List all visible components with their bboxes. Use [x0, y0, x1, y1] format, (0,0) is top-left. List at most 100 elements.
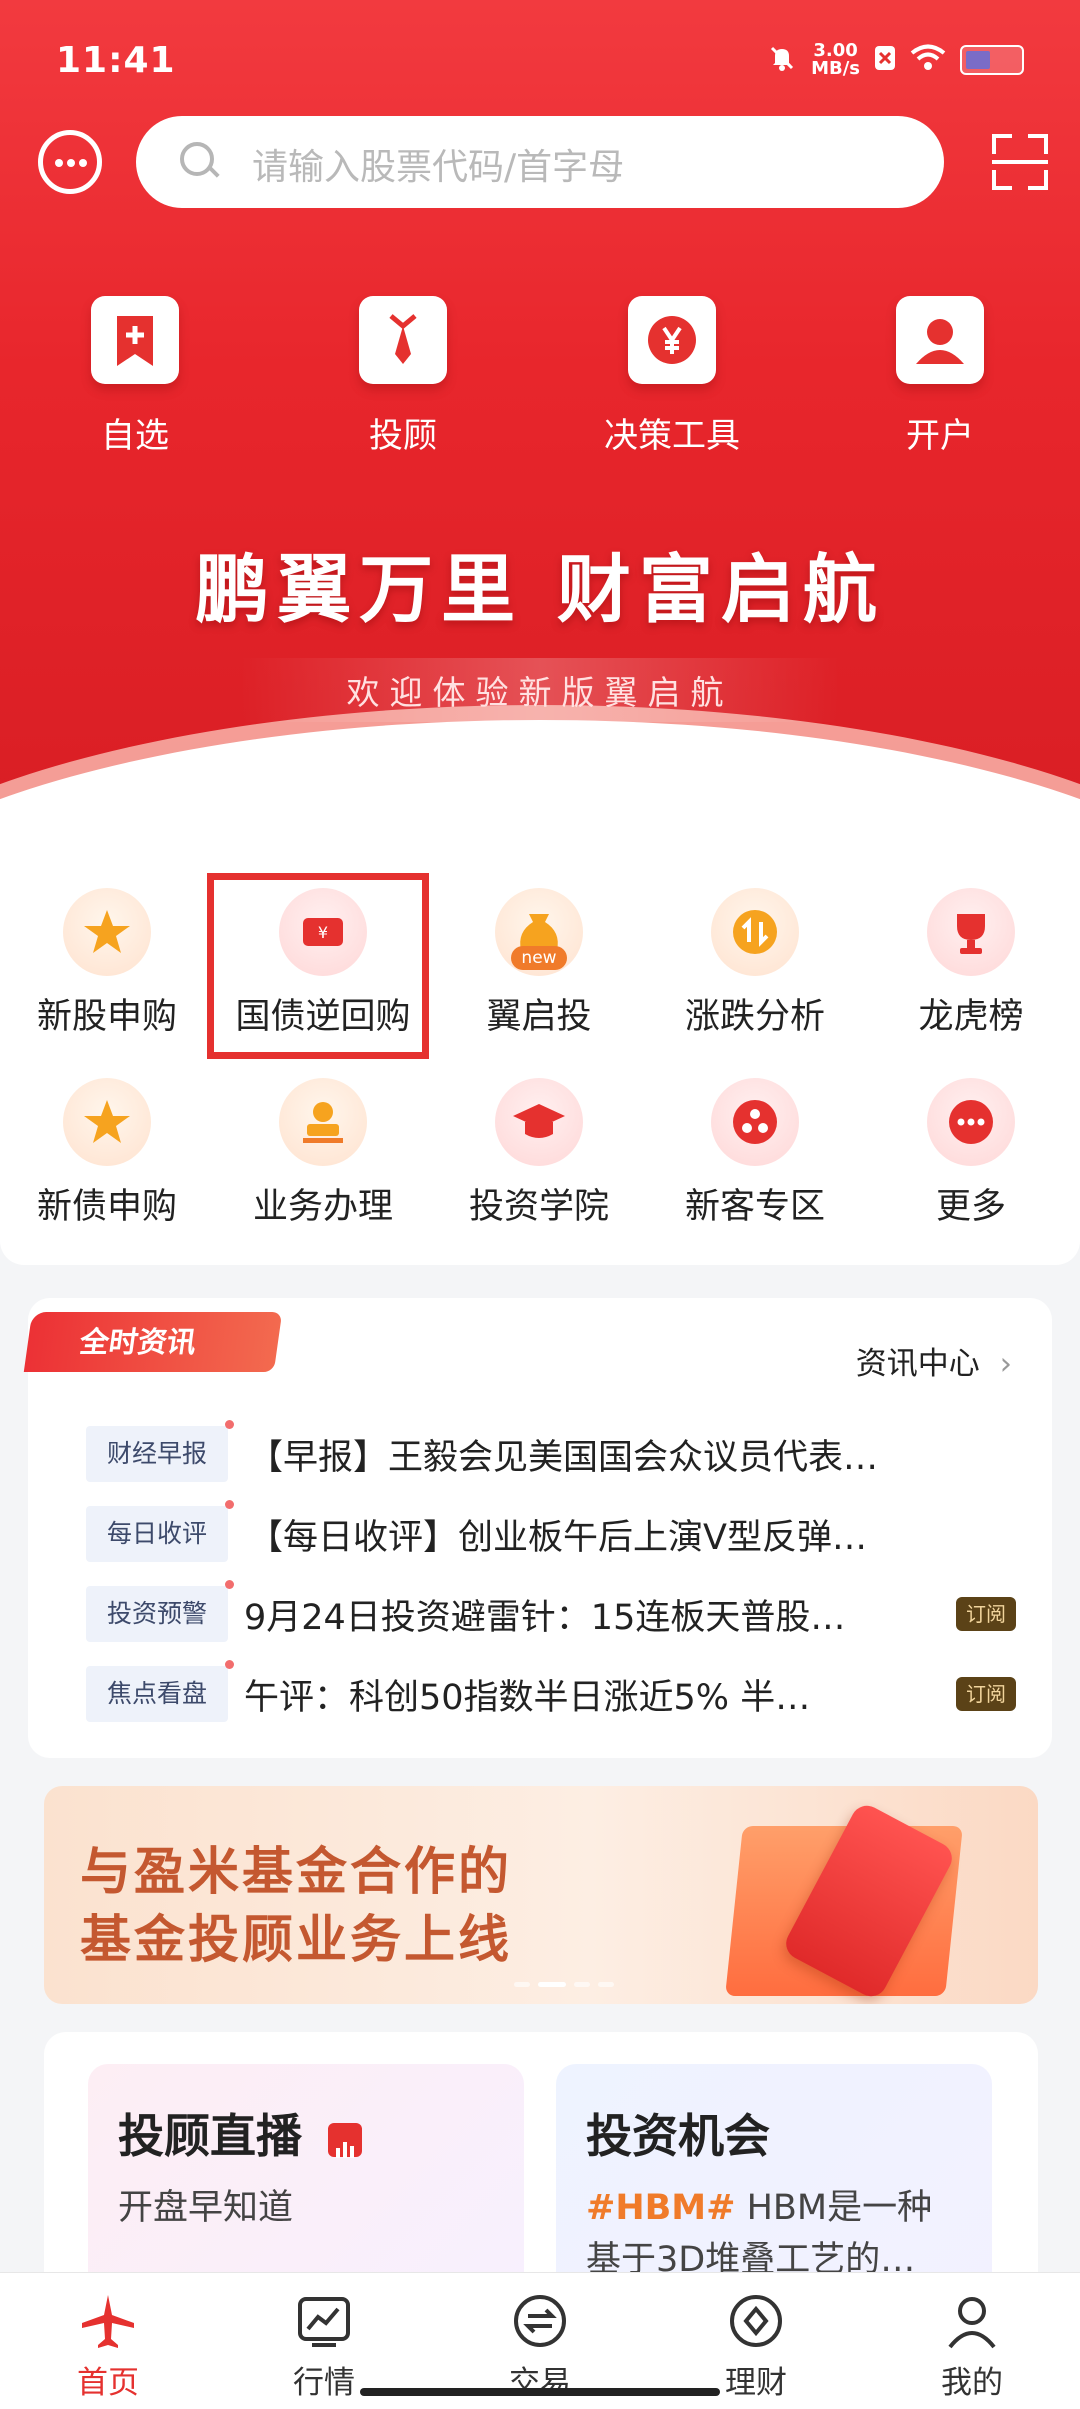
news-category: 投资预警	[86, 1580, 234, 1642]
banner-line-2: 基金投顾业务上线	[80, 1911, 513, 1970]
news-tag-label: 全时资讯	[77, 1325, 199, 1359]
grid-item-label: 龙虎榜	[918, 997, 1024, 1037]
scan-icon[interactable]	[992, 134, 1048, 190]
banner-line-1: 与盈米基金合作的	[80, 1843, 513, 1902]
net-speed-unit: MB/s	[811, 58, 860, 79]
star-icon	[63, 1078, 151, 1166]
promo-card-title-text: 投顾直播	[118, 2109, 302, 2163]
status-time: 11:41	[56, 40, 176, 81]
quick-action-label: 自选	[101, 416, 169, 456]
grid-item-bond-subscribe[interactable]: 新债申购	[7, 1078, 207, 1229]
news-item[interactable]: 每日收评 【每日收评】创业板午后上演V型反弹…	[86, 1500, 1016, 1562]
grid-item-dragon-tiger-list[interactable]: 龙虎榜	[871, 888, 1071, 1039]
quick-action-open-account[interactable]: 开户	[860, 296, 1020, 457]
message-icon[interactable]	[38, 130, 102, 194]
status-bar: 11:41 3.00 MB/s	[0, 0, 1080, 120]
hero-curve	[0, 720, 1080, 820]
news-category: 焦点看盘	[86, 1660, 234, 1722]
grid-item-label: 投资学院	[468, 1187, 609, 1227]
search-row: 请输入股票代码/首字母	[0, 116, 1080, 208]
news-center-link[interactable]: 资讯中心 ›	[856, 1338, 1012, 1383]
stamp-icon	[279, 1078, 367, 1166]
quick-action-decision-tools[interactable]: 决策工具	[592, 296, 752, 457]
tab-me[interactable]: 我的	[864, 2273, 1080, 2409]
up-down-icon	[711, 888, 799, 976]
grid-item-up-down-analysis[interactable]: 涨跌分析	[655, 888, 855, 1039]
news-card: 全时资讯 资讯中心 › 财经早报 【早报】王毅会见美国国会众议员代表… 每日收评…	[23, 1298, 1052, 1758]
promo-card-desc: #HBM# HBM是一种 基于3D堆叠工艺的…	[586, 2182, 932, 2286]
hero-subtitle: 欢迎体验新版翼启航	[240, 658, 840, 722]
battery-icon	[960, 45, 1024, 75]
news-title: 9月24日投资避雷针：15连板天普股…	[244, 1597, 846, 1638]
quick-action-advisor[interactable]: 投顾	[323, 296, 483, 457]
search-input[interactable]: 请输入股票代码/首字母	[136, 116, 944, 208]
chevron-right-icon: ›	[999, 1346, 1012, 1382]
grid-item-label: 涨跌分析	[684, 997, 825, 1037]
grid-item-more[interactable]: 更多	[871, 1078, 1071, 1229]
grid-item-investment-academy[interactable]: 投资学院	[439, 1078, 639, 1229]
search-icon	[180, 142, 214, 176]
quick-action-label: 决策工具	[604, 416, 740, 456]
news-title: 【每日收评】创业板午后上演V型反弹…	[248, 1517, 867, 1558]
person-icon	[942, 2291, 1002, 2351]
subscribe-button[interactable]: 订阅	[956, 1677, 1016, 1711]
promo-banner[interactable]: 与盈米基金合作的 基金投顾业务上线	[44, 1786, 1038, 2004]
grid-item-ipo-subscribe[interactable]: 新股申购	[7, 888, 207, 1039]
nodes-icon	[711, 1078, 799, 1166]
carousel-dots	[514, 1982, 614, 1987]
yen-icon	[628, 296, 716, 384]
graduation-cap-icon	[495, 1078, 583, 1166]
grid-item-label: 翼启投	[486, 997, 592, 1037]
news-item[interactable]: 投资预警 9月24日投资避雷针：15连板天普股… 订阅	[86, 1580, 1016, 1642]
promo-card-title: 投资机会	[586, 2109, 770, 2163]
promo-card-desc-text: HBM是一种	[735, 2188, 933, 2228]
home-indicator	[360, 2388, 720, 2396]
quick-action-label: 投顾	[369, 416, 437, 456]
news-category: 财经早报	[86, 1420, 234, 1482]
news-title: 【早报】王毅会见美国国会众议员代表…	[248, 1437, 879, 1478]
grid-item-new-customer-zone[interactable]: 新客专区	[655, 1078, 855, 1229]
subscribe-button[interactable]: 订阅	[956, 1597, 1016, 1631]
news-category: 每日收评	[86, 1500, 234, 1562]
status-icons: 3.00 MB/s	[767, 42, 1024, 78]
money-bag-icon: new	[495, 888, 583, 976]
promo-card-title: 投顾直播	[118, 2100, 363, 2166]
quick-action-label: 开户	[906, 416, 974, 456]
more-icon	[927, 1078, 1015, 1166]
user-icon	[896, 296, 984, 384]
news-title: 午评：科创50指数半日涨近5% 半…	[244, 1677, 811, 1718]
star-icon	[63, 888, 151, 976]
news-center-label: 资讯中心	[855, 1346, 980, 1382]
mute-icon	[767, 43, 797, 78]
hero-slogan: 鹏翼万里 财富启航	[195, 547, 885, 633]
sim-icon	[874, 45, 896, 76]
plane-icon	[78, 2291, 138, 2351]
tab-label: 我的	[941, 2365, 1003, 2401]
grid-item-label: 新股申购	[36, 997, 177, 1037]
exchange-icon	[510, 2291, 570, 2351]
news-item[interactable]: 财经早报 【早报】王毅会见美国国会众议员代表…	[86, 1420, 1016, 1482]
advisor-icon	[359, 296, 447, 384]
diamond-icon	[726, 2291, 786, 2351]
hashtag: #HBM#	[586, 2188, 736, 2228]
watchlist-icon	[91, 296, 179, 384]
news-tag: 全时资讯	[23, 1312, 283, 1372]
wifi-icon	[910, 44, 946, 77]
tab-label: 首页	[77, 2365, 139, 2401]
grid-item-yiqitou[interactable]: new 翼启投	[439, 888, 639, 1039]
grid-item-label: 业务办理	[252, 1187, 393, 1227]
grid-item-label: 新债申购	[36, 1187, 177, 1227]
grid-item-business-handling[interactable]: 业务办理	[223, 1078, 423, 1229]
chart-icon	[294, 2291, 354, 2351]
promo-card-desc: 开盘早知道	[118, 2188, 294, 2228]
tab-home[interactable]: 首页	[0, 2273, 216, 2409]
search-placeholder: 请输入股票代码/首字母	[252, 147, 625, 188]
live-chart-icon	[328, 2122, 363, 2158]
news-item[interactable]: 焦点看盘 午评：科创50指数半日涨近5% 半… 订阅	[86, 1660, 1016, 1722]
grid-item-label: 更多	[935, 1187, 1006, 1227]
trophy-icon	[927, 888, 1015, 976]
grid-item-label: 新客专区	[684, 1187, 825, 1227]
new-badge: new	[521, 948, 556, 968]
quick-action-watchlist[interactable]: 自选	[55, 296, 215, 457]
highlight-box	[207, 873, 429, 1059]
